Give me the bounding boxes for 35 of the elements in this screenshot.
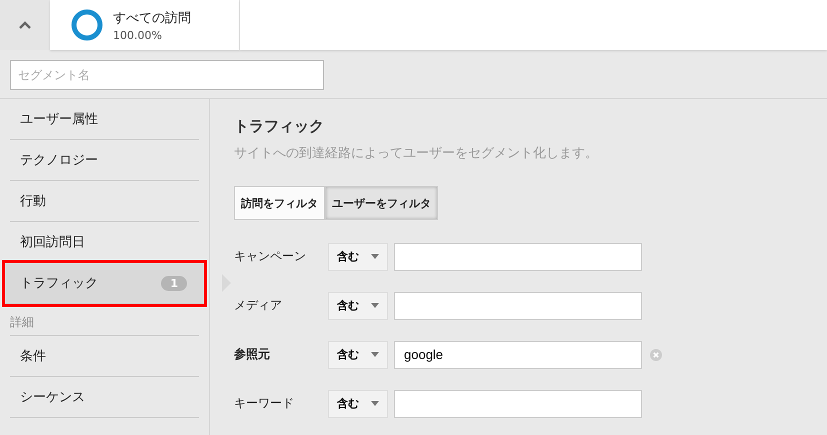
operator-dropdown[interactable]: 含む (328, 292, 388, 320)
caret-icon (371, 303, 379, 308)
operator-dropdown[interactable]: 含む (328, 340, 388, 368)
segment-title: すべての訪問 (113, 10, 191, 26)
clear-icon[interactable] (650, 348, 662, 360)
filter-tab[interactable]: ユーザーをフィルタ (325, 186, 438, 220)
operator-dropdown[interactable]: 含む (328, 390, 388, 418)
caret-icon (371, 401, 379, 406)
caret-icon (371, 254, 379, 259)
field-label: メディア (234, 297, 283, 314)
value-field[interactable] (394, 292, 642, 320)
section-heading: 詳細 (10, 304, 199, 336)
field-label: キーワード (234, 395, 295, 412)
segment-percent: 100.00% (113, 28, 163, 42)
field-label: キャンペーン (234, 248, 307, 265)
sidebar-item[interactable]: 行動 (10, 181, 199, 222)
segment-card[interactable]: すべての訪問 100.00% (50, 0, 240, 50)
operator-dropdown[interactable]: 含む (328, 242, 388, 270)
panel-description: サイトへの到達経路によってユーザーをセグメント化します。 (234, 145, 599, 162)
sidebar-item[interactable]: テクノロジー (10, 140, 199, 181)
sidebar-item[interactable]: 条件 (10, 336, 199, 377)
chevron-up-icon (18, 20, 32, 30)
count-badge: 1 (161, 276, 187, 290)
panel-title: トラフィック (234, 117, 325, 136)
sidebar-item[interactable]: ユーザー属性 (10, 99, 199, 140)
search-field[interactable]: セグメント名 (10, 60, 324, 90)
sidebar-item[interactable]: シーケンス (10, 377, 199, 418)
filter-tab[interactable]: 訪問をフィルタ (234, 186, 325, 220)
collapse-button[interactable] (0, 0, 50, 50)
caret-icon (371, 352, 379, 357)
value-field[interactable] (394, 242, 642, 270)
ring-icon (70, 8, 104, 42)
value-field[interactable]: google (394, 340, 642, 368)
value-field[interactable] (394, 390, 642, 418)
field-label: 参照元 (234, 346, 271, 363)
